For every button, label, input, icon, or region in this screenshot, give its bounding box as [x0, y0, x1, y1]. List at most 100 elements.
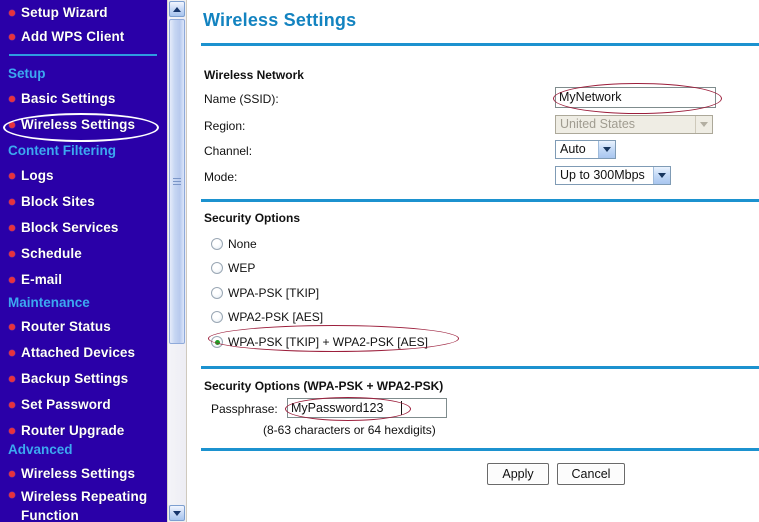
security-option-label: None [228, 237, 257, 251]
sidebar-heading-label: Content Filtering [8, 142, 116, 158]
sidebar-navigation: Setup Wizard Add WPS Client Setup Basic … [0, 0, 167, 522]
security-option-wpa2-psk-aes[interactable]: WPA2-PSK [AES] [211, 310, 323, 324]
chevron-down-icon [598, 141, 615, 158]
wireless-network-section-title: Wireless Network [204, 68, 304, 82]
bullet-icon [9, 250, 15, 257]
scrollbar-thumb[interactable] [169, 19, 185, 344]
sidebar-item-label: Attached Devices [21, 345, 136, 360]
text-cursor [401, 401, 402, 415]
bullet-icon [9, 492, 15, 498]
psk-section-title: Security Options (WPA-PSK + WPA2-PSK) [204, 379, 444, 393]
page-title: Wireless Settings [203, 10, 357, 30]
sidebar-item-label: Router Upgrade [21, 423, 125, 438]
mode-select-value: Up to 300Mbps [560, 168, 645, 182]
security-option-none[interactable]: None [211, 237, 257, 251]
security-option-wep[interactable]: WEP [211, 261, 255, 275]
sidebar-item-label: Logs [21, 168, 54, 183]
sidebar-item-schedule[interactable]: Schedule [0, 241, 167, 266]
channel-label: Channel: [204, 144, 253, 158]
section-rule-wireless-network [201, 199, 759, 202]
sidebar-item-label: Wireless Repeating Function [21, 489, 148, 522]
security-option-label: WPA2-PSK [AES] [228, 310, 324, 324]
scroll-down-arrow-icon[interactable] [169, 505, 185, 521]
sidebar-heading-label: Setup [8, 65, 46, 81]
sidebar-heading-maintenance: Maintenance [0, 291, 167, 313]
sidebar-item-wireless-settings[interactable]: Wireless Settings [0, 112, 167, 137]
bullet-icon [9, 276, 15, 283]
sidebar-scrollbar[interactable] [167, 0, 186, 522]
radio-icon-selected [211, 336, 223, 348]
bullet-icon [9, 401, 15, 408]
bullet-icon [9, 95, 15, 102]
passphrase-input[interactable]: MyPassword123 [287, 398, 447, 418]
sidebar-item-label: Wireless Settings [21, 466, 136, 481]
passphrase-label: Passphrase: [211, 402, 278, 416]
scroll-up-arrow-icon[interactable] [169, 1, 185, 17]
mode-label: Mode: [204, 170, 238, 184]
sidebar-item-label: Block Services [21, 220, 119, 235]
sidebar-item-label: Block Sites [21, 194, 95, 209]
bullet-icon [9, 470, 15, 477]
security-option-wpa-psk-tkip-wpa2-psk-aes[interactable]: WPA-PSK [TKIP] + WPA2-PSK [AES] [211, 335, 428, 349]
cancel-button[interactable]: Cancel [557, 463, 625, 485]
sidebar-item-label: Wireless Settings [21, 117, 136, 132]
security-option-wpa-psk-tkip[interactable]: WPA-PSK [TKIP] [211, 286, 319, 300]
chevron-down-icon [173, 510, 181, 516]
section-rule-top [201, 43, 759, 46]
sidebar-item-label: Basic Settings [21, 91, 116, 106]
sidebar-item-add-wps-client[interactable]: Add WPS Client [0, 24, 167, 49]
radio-icon [211, 311, 223, 323]
sidebar-item-wireless-repeating-function[interactable]: Wireless Repeating Function [0, 483, 167, 522]
sidebar-item-attached-devices[interactable]: Attached Devices [0, 340, 167, 365]
ssid-label: Name (SSID): [204, 92, 279, 106]
radio-icon [211, 287, 223, 299]
sidebar-item-label: Set Password [21, 397, 111, 412]
channel-select[interactable]: Auto [555, 140, 616, 159]
sidebar-item-label: Backup Settings [21, 371, 129, 386]
bullet-icon [9, 323, 15, 330]
section-rule-security-options [201, 366, 759, 369]
security-options-section-title: Security Options [204, 211, 301, 225]
mode-select[interactable]: Up to 300Mbps [555, 166, 671, 185]
sidebar-item-label: E-mail [21, 272, 63, 287]
bullet-icon [9, 121, 15, 128]
sidebar-item-router-status[interactable]: Router Status [0, 314, 167, 339]
sidebar-item-label: Router Status [21, 319, 111, 334]
section-rule-psk [201, 448, 759, 451]
sidebar-divider [9, 54, 157, 56]
channel-select-value: Auto [560, 142, 586, 156]
sidebar-item-block-sites[interactable]: Block Sites [0, 189, 167, 214]
sidebar-heading-advanced: Advanced [0, 438, 167, 460]
sidebar-heading-label: Maintenance [8, 294, 90, 310]
bullet-icon [9, 349, 15, 356]
grip-icon [173, 178, 181, 185]
bullet-icon [9, 172, 15, 179]
bullet-icon [9, 198, 15, 205]
sidebar-item-set-password[interactable]: Set Password [0, 392, 167, 417]
security-option-label: WPA-PSK [TKIP] [228, 286, 320, 300]
sidebar-item-basic-settings[interactable]: Basic Settings [0, 86, 167, 111]
bullet-icon [9, 427, 15, 434]
radio-icon [211, 262, 223, 274]
bullet-icon [9, 9, 15, 16]
region-label: Region: [204, 119, 246, 133]
sidebar-item-label: Setup Wizard [21, 5, 108, 20]
chevron-up-icon [173, 6, 181, 12]
sidebar-item-backup-settings[interactable]: Backup Settings [0, 366, 167, 391]
region-select-value: United States [560, 117, 636, 131]
sidebar-item-logs[interactable]: Logs [0, 163, 167, 188]
sidebar-item-email[interactable]: E-mail [0, 267, 167, 292]
ssid-input[interactable]: MyNetwork [555, 87, 716, 108]
sidebar-item-setup-wizard[interactable]: Setup Wizard [0, 0, 167, 25]
router-admin-window: Setup Wizard Add WPS Client Setup Basic … [0, 0, 759, 522]
sidebar-heading-setup: Setup [0, 62, 167, 84]
apply-button[interactable]: Apply [487, 463, 549, 485]
sidebar-heading-label: Advanced [8, 441, 73, 457]
passphrase-hint: (8-63 characters or 64 hexdigits) [263, 423, 436, 437]
sidebar-item-block-services[interactable]: Block Services [0, 215, 167, 240]
chevron-down-icon [695, 116, 712, 133]
bullet-icon [9, 224, 15, 231]
region-select[interactable]: United States [555, 115, 713, 134]
sidebar-heading-content-filtering: Content Filtering [0, 139, 167, 161]
chevron-down-icon [653, 167, 670, 184]
